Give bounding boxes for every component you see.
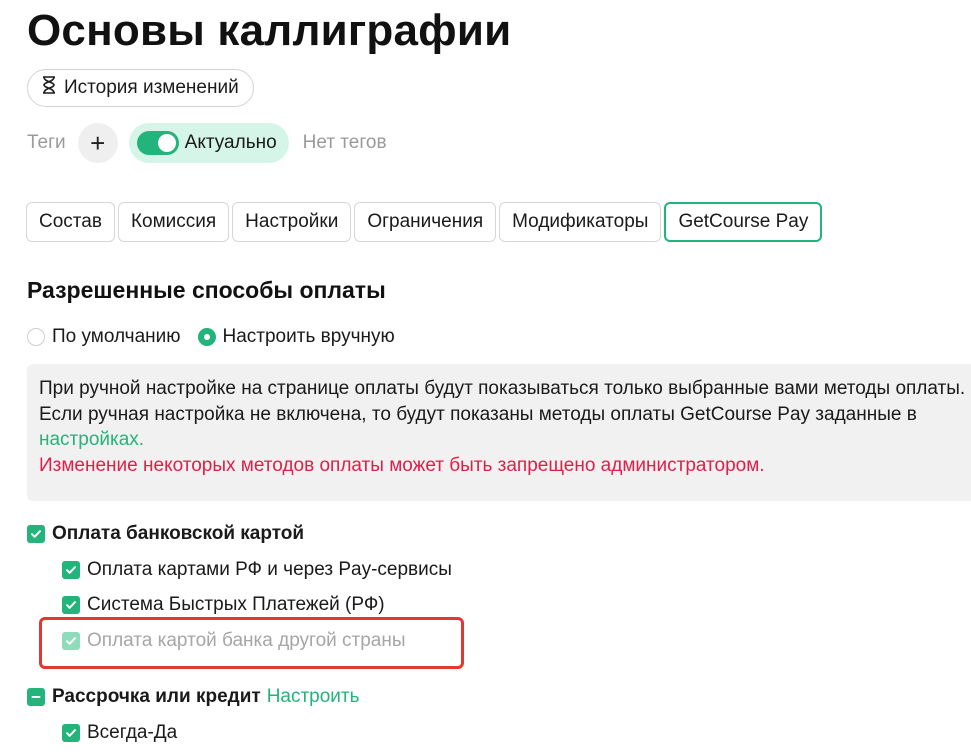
tab-bar: Состав Комиссия Настройки Ограничения Мо… bbox=[26, 202, 823, 242]
history-button-label: История изменений bbox=[64, 77, 239, 98]
tab-composition[interactable]: Состав bbox=[26, 202, 115, 242]
checkbox-checked-icon[interactable] bbox=[27, 525, 45, 543]
tab-commission[interactable]: Комиссия bbox=[117, 202, 230, 242]
tags-label: Теги bbox=[27, 132, 66, 153]
radio-default[interactable]: По умолчанию bbox=[27, 326, 181, 348]
tab-restrictions[interactable]: Ограничения bbox=[354, 202, 497, 242]
settings-link[interactable]: настройках. bbox=[39, 429, 144, 450]
highlight-box bbox=[39, 617, 464, 669]
info-line-2: Если ручная настройка не включена, то бу… bbox=[39, 403, 917, 425]
toggle-switch-icon[interactable] bbox=[136, 131, 179, 155]
checkbox-checked-icon[interactable] bbox=[62, 596, 80, 614]
checkbox-sbp[interactable]: Система Быстрых Платежей (РФ) bbox=[62, 594, 385, 616]
checkbox-checked-icon[interactable] bbox=[62, 561, 80, 579]
history-button[interactable]: История изменений bbox=[27, 69, 254, 107]
always-yes-label: Всегда-Да bbox=[87, 722, 178, 743]
tab-getcourse-pay[interactable]: GetCourse Pay bbox=[664, 202, 823, 242]
admin-warning: Изменение некоторых методов оплаты может… bbox=[39, 454, 765, 476]
page-title: Основы каллиграфии bbox=[27, 6, 512, 55]
radio-default-circle[interactable] bbox=[27, 328, 45, 346]
tab-settings[interactable]: Настройки bbox=[232, 202, 352, 242]
checkbox-rf-cards[interactable]: Оплата картами РФ и через Pay-сервисы bbox=[62, 559, 452, 581]
info-box: При ручной настройке на странице оплаты … bbox=[27, 364, 971, 501]
info-line-1: При ручной настройке на странице оплаты … bbox=[39, 378, 966, 399]
radio-manual[interactable]: Настроить вручную bbox=[197, 326, 395, 348]
add-tag-button[interactable]: + bbox=[77, 123, 118, 163]
tab-modifiers[interactable]: Модификаторы bbox=[499, 202, 662, 242]
installment-configure-link[interactable]: Настроить bbox=[267, 686, 360, 708]
payment-mode-radios: По умолчанию Настроить вручную bbox=[27, 326, 412, 348]
radio-manual-label: Настроить вручную bbox=[222, 326, 395, 347]
sbp-label: Система Быстрых Платежей (РФ) bbox=[87, 594, 385, 615]
rf-cards-label: Оплата картами РФ и через Pay-сервисы bbox=[87, 559, 452, 580]
status-toggle[interactable]: Актуально bbox=[128, 123, 289, 163]
no-tags-text: Нет тегов bbox=[302, 132, 387, 153]
radio-default-label: По умолчанию bbox=[52, 326, 181, 347]
checkbox-checked-icon[interactable] bbox=[62, 724, 80, 742]
checkbox-always-yes[interactable]: Всегда-Да bbox=[62, 722, 177, 744]
installment-label: Рассрочка или кредит bbox=[52, 686, 261, 707]
hourglass-icon bbox=[42, 76, 56, 100]
checkbox-installment[interactable]: Рассрочка или кредит Настроить bbox=[27, 686, 360, 708]
status-toggle-label: Актуально bbox=[184, 132, 277, 153]
checkbox-bank-card[interactable]: Оплата банковской картой bbox=[27, 523, 304, 545]
bank-card-label: Оплата банковской картой bbox=[52, 523, 305, 544]
radio-manual-circle[interactable] bbox=[197, 328, 216, 346]
checkbox-indeterminate-icon[interactable] bbox=[27, 688, 45, 706]
tags-row: Теги + Актуально Нет тегов bbox=[27, 123, 387, 163]
section-title: Разрешенные способы оплаты bbox=[27, 277, 386, 303]
